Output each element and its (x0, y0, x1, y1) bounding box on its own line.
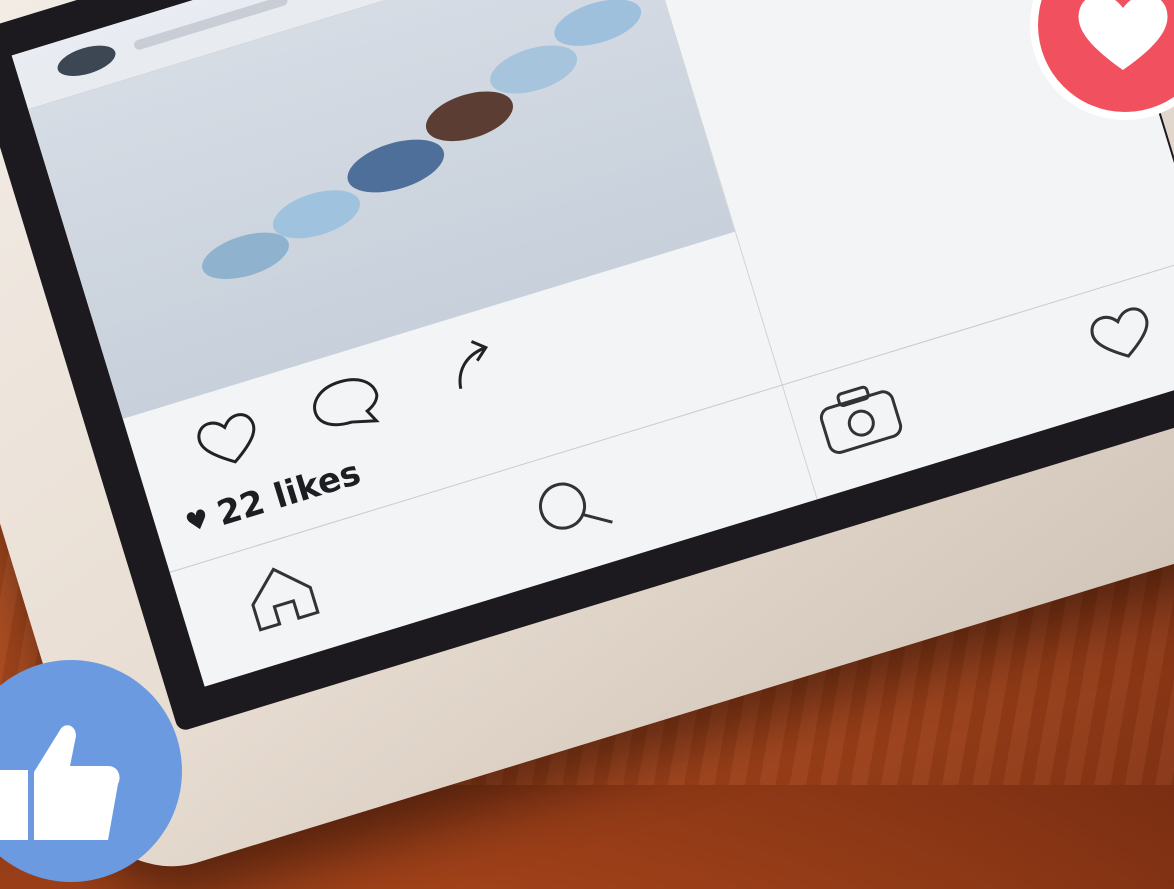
likes-heart-icon: ♥ (182, 503, 214, 540)
photo-scene: ♥ 22 likes (0, 0, 1174, 889)
search-icon[interactable] (520, 459, 627, 552)
app-screen: ♥ 22 likes (11, 0, 1174, 687)
username[interactable] (132, 0, 289, 51)
pebble (341, 129, 451, 203)
home-icon[interactable] (233, 550, 330, 640)
share-icon[interactable] (435, 327, 510, 402)
activity-heart-icon[interactable] (1074, 293, 1168, 374)
avatar[interactable] (54, 39, 120, 83)
thumbs-up-icon (0, 725, 120, 840)
camera-icon[interactable] (807, 372, 914, 465)
comment-icon[interactable] (301, 363, 391, 443)
heart-icon[interactable] (186, 400, 270, 478)
